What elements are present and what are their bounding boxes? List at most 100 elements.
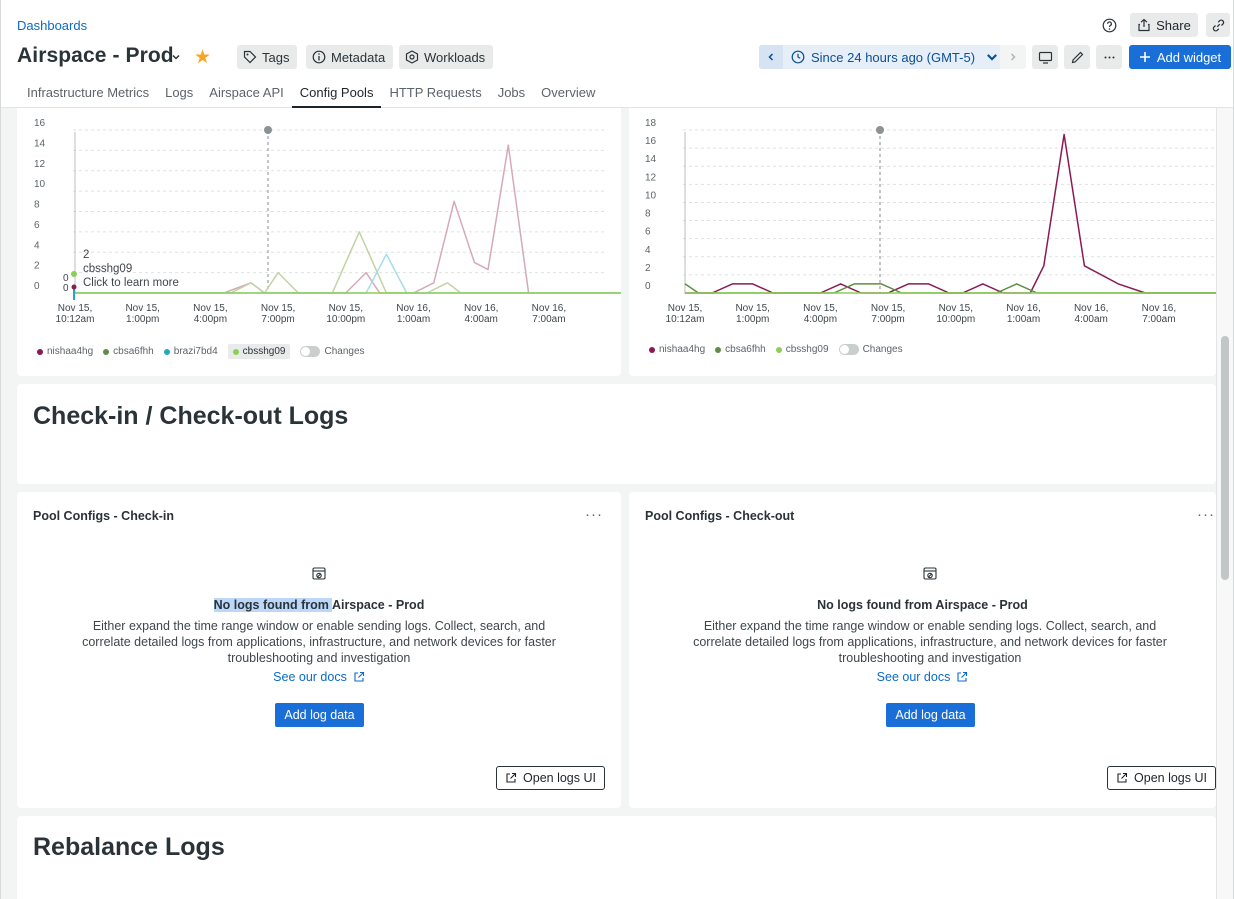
tab-http-requests[interactable]: HTTP Requests — [381, 80, 489, 108]
time-range-label: Since 24 hours ago (GMT-5) — [811, 49, 976, 65]
changes-label: Changes — [862, 344, 903, 355]
annotation-marker — [264, 126, 272, 134]
legend-item-nishaa4hg[interactable]: nishaa4hg — [649, 344, 705, 355]
x-tick-label: Nov 15, 10:12am — [666, 303, 705, 325]
legend-dot — [103, 348, 110, 355]
x-tick-label: Nov 15, 10:12am — [56, 303, 95, 325]
tv-mode-button[interactable] — [1032, 45, 1058, 69]
time-picker[interactable]: Since 24 hours ago (GMT-5) — [759, 45, 1026, 69]
monitor-icon — [1038, 51, 1052, 64]
hover-value-label: 0 — [63, 283, 69, 294]
y-tick-label: 4 — [645, 245, 651, 256]
y-tick-label: 8 — [645, 209, 651, 220]
y-tick-label: 10 — [34, 179, 46, 190]
x-tick-label: Nov 16, 7:00am — [532, 303, 566, 325]
link-icon — [1212, 19, 1224, 31]
tags-button[interactable]: Tags — [237, 45, 298, 69]
legend-item-cbsshg09[interactable]: cbsshg09 — [775, 344, 829, 355]
panel-menu-button[interactable]: ··· — [1197, 506, 1215, 523]
x-tick-label: Nov 15, 7:00pm — [261, 303, 295, 325]
chevron-right-icon — [1010, 53, 1016, 61]
y-tick-label: 0 — [34, 281, 40, 292]
time-prev-button[interactable] — [759, 45, 783, 69]
x-tick-label: Nov 16, 1:00am — [396, 303, 430, 325]
metadata-button[interactable]: Metadata — [306, 45, 394, 69]
more-actions-button[interactable] — [1096, 45, 1122, 69]
open-logs-ui-button[interactable]: Open logs UI — [496, 766, 605, 790]
chevron-left-icon — [768, 53, 774, 61]
docs-label: See our docs — [876, 670, 951, 684]
changes-toggle-right[interactable]: Changes — [838, 344, 903, 355]
external-link-icon — [506, 772, 517, 783]
external-link-icon — [957, 671, 968, 682]
section-checkin-heading: Check-in / Check-out Logs — [17, 384, 1216, 484]
pool-configs-checkout-panel: Pool Configs - Check-out ··· No logs fou… — [629, 492, 1216, 808]
edit-button[interactable] — [1064, 45, 1090, 69]
y-tick-label: 6 — [645, 227, 651, 238]
y-tick-label: 10 — [645, 190, 657, 201]
help-button[interactable] — [1096, 13, 1122, 37]
info-icon — [312, 50, 326, 64]
chevron-down-icon — [987, 54, 997, 61]
tab-jobs[interactable]: Jobs — [490, 80, 533, 108]
legend-dot — [163, 348, 170, 355]
changes-toggle-left[interactable]: Changes — [300, 346, 365, 357]
legend-item-cbsa6fhh[interactable]: cbsa6fhh — [103, 346, 154, 357]
external-link-icon — [1117, 772, 1128, 783]
legend-item-nishaa4hg[interactable]: nishaa4hg — [37, 346, 93, 357]
y-tick-label: 2 — [645, 263, 651, 274]
add-widget-label: Add widget — [1156, 49, 1222, 65]
time-next-button[interactable] — [1000, 45, 1026, 69]
tab-infrastructure-metrics[interactable]: Infrastructure Metrics — [19, 80, 157, 108]
y-tick-label: 12 — [34, 159, 46, 170]
add-log-data-button[interactable]: Add log data — [886, 703, 975, 727]
legend-item-brazi7bd4[interactable]: brazi7bd4 — [163, 346, 218, 357]
tab-airspace-api[interactable]: Airspace API — [201, 80, 291, 108]
share-icon — [1138, 18, 1150, 32]
changes-label: Changes — [324, 346, 365, 357]
no-logs-source: Airspace - Prod — [331, 598, 425, 612]
tab-overview[interactable]: Overview — [533, 80, 603, 108]
legend-item-cbsa6fhh[interactable]: cbsa6fhh — [715, 344, 766, 355]
see-docs-link[interactable]: See our docs — [17, 670, 621, 684]
tab-config-pools[interactable]: Config Pools — [291, 80, 382, 108]
scrollbar-thumb[interactable] — [1221, 336, 1229, 580]
see-docs-link[interactable]: See our docs — [629, 670, 1216, 684]
chart-legend-left: nishaa4hg cbsa6fhh brazi7bd4 cbsshg09 Ch… — [37, 344, 365, 359]
legend-item-cbsshg09[interactable]: cbsshg09 — [227, 344, 291, 359]
open-logs-ui-button[interactable]: Open logs UI — [1107, 766, 1216, 790]
line-chart-left[interactable]: 0 2 4 6 8 10 12 14 16 Nov 15, 10:12am Nov 15, 1:00pm… — [17, 108, 621, 338]
x-tick-label: Nov 16, 7:00am — [1142, 303, 1176, 325]
share-button[interactable]: Share — [1130, 13, 1198, 37]
line-chart-right[interactable]: 0 2 4 6 8 10 12 14 16 18 Nov 15, 10:12am Nov 15, 1:00… — [629, 108, 1216, 338]
time-range-selector[interactable]: Since 24 hours ago (GMT-5) — [783, 45, 1000, 69]
toggle-switch[interactable] — [838, 344, 859, 355]
clock-icon — [791, 50, 805, 64]
chart-panel-right: 0 2 4 6 8 10 12 14 16 18 Nov 15, 10:12am Nov 15, 1:00… — [629, 108, 1216, 376]
breadcrumb-dashboards[interactable]: Dashboards — [17, 18, 87, 33]
add-log-data-button[interactable]: Add log data — [275, 703, 364, 727]
annotation-marker — [876, 126, 884, 134]
chevron-down-icon[interactable] — [171, 52, 181, 62]
workloads-label: Workloads — [424, 49, 486, 65]
toggle-switch[interactable] — [300, 346, 321, 357]
copy-link-button[interactable] — [1206, 13, 1230, 37]
chart-tooltip: 2 cbsshg09 Click to learn more — [83, 248, 179, 290]
tooltip-hint[interactable]: Click to learn more — [83, 276, 179, 290]
favorite-star-icon[interactable]: ★ — [194, 46, 211, 69]
page-scrollbar[interactable] — [1216, 108, 1233, 899]
tab-logs[interactable]: Logs — [157, 80, 201, 108]
workloads-button[interactable]: Workloads — [399, 45, 494, 69]
y-tick-label: 2 — [34, 261, 40, 272]
tag-icon — [243, 50, 257, 64]
logs-empty-icon — [923, 567, 937, 580]
legend-dot — [775, 346, 782, 353]
panel-menu-button[interactable]: ··· — [585, 506, 603, 523]
add-widget-button[interactable]: Add widget — [1129, 45, 1231, 69]
tags-label: Tags — [262, 49, 290, 65]
y-tick-label: 12 — [645, 172, 657, 183]
y-tick-label: 18 — [645, 118, 657, 129]
page-title[interactable]: Airspace - Prod — [17, 44, 174, 68]
dashboard-tabs: Infrastructure Metrics Logs Airspace API… — [19, 80, 603, 108]
x-tick-label: Nov 15, 10:00pm — [936, 303, 975, 325]
